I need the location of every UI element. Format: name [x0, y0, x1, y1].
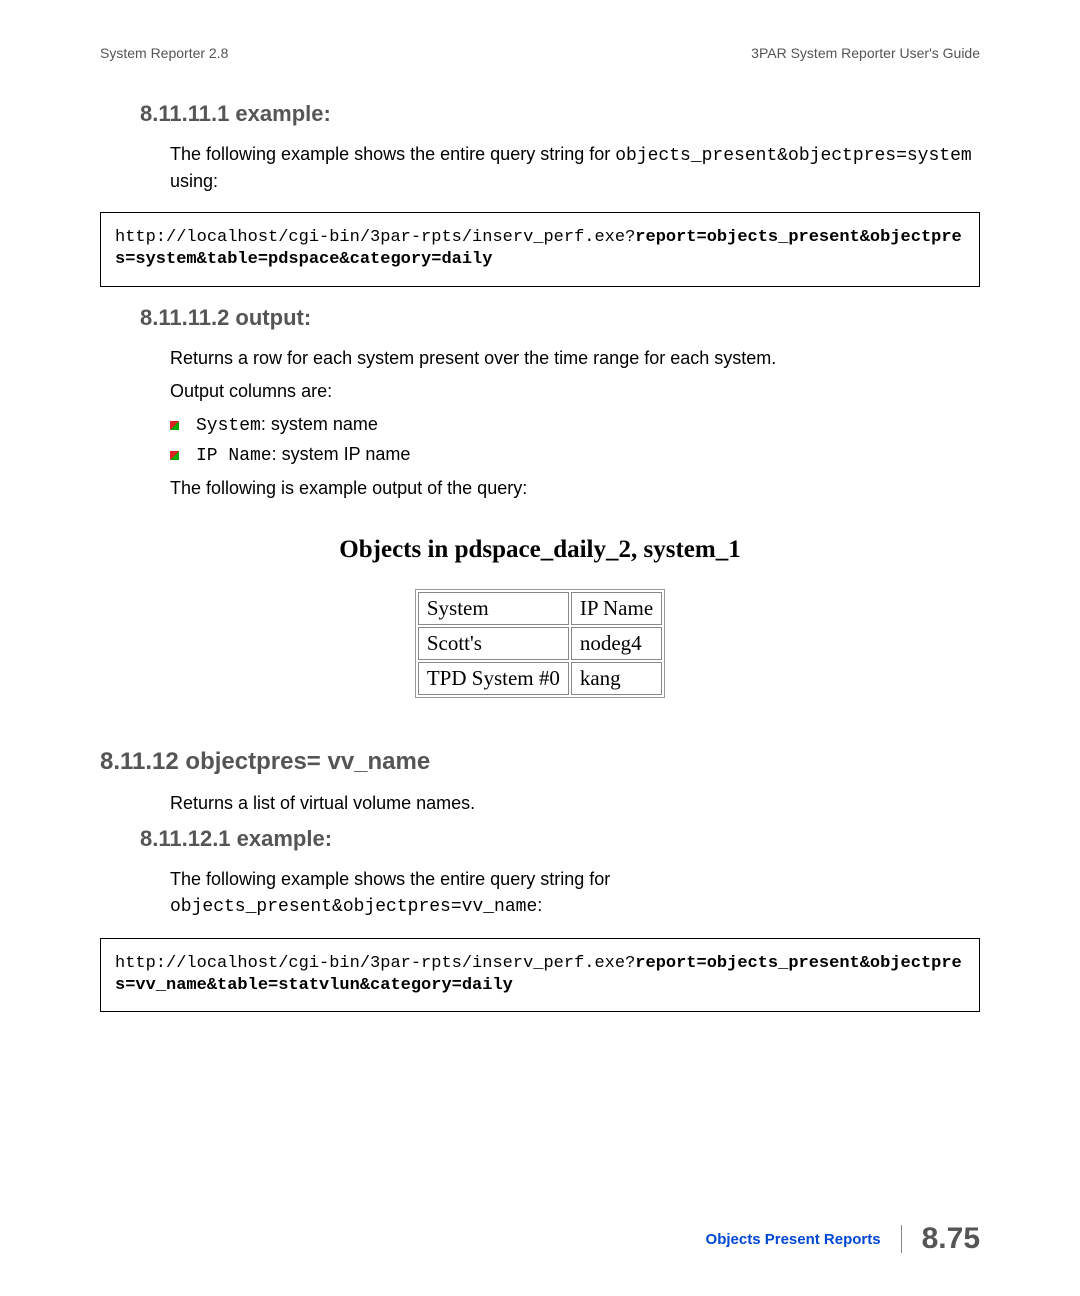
table-cell: Scott's [418, 627, 569, 660]
footer-separator [901, 1225, 902, 1253]
heading-example-1: 8.11.11.1 example: [140, 101, 980, 127]
output-desc: Returns a row for each system present ov… [170, 346, 980, 371]
code-block-2: http://localhost/cgi-bin/3par-rpts/inser… [100, 938, 980, 1012]
table-header-cell: System [418, 592, 569, 625]
heading-example-2: 8.11.12.1 example: [140, 826, 980, 852]
header-right: 3PAR System Reporter User's Guide [751, 45, 980, 61]
table-row: TPD System #0 kang [418, 662, 662, 695]
table-cell: kang [571, 662, 662, 695]
example-2-intro: The following example shows the entire q… [170, 867, 980, 919]
list-item: IP Name: system IP name [170, 444, 980, 466]
table-cell: nodeg4 [571, 627, 662, 660]
heading-objectpres-vvname: 8.11.12 objectpres= vv_name [100, 748, 980, 776]
footer-page-number: 8.75 [922, 1222, 980, 1256]
output-columns-list: System: system name IP Name: system IP n… [170, 414, 980, 466]
output-table: System IP Name Scott's nodeg4 TPD System… [415, 589, 665, 698]
header-left: System Reporter 2.8 [100, 45, 228, 61]
code-block-1: http://localhost/cgi-bin/3par-rpts/inser… [100, 212, 980, 286]
table-header-cell: IP Name [571, 592, 662, 625]
footer-section-label: Objects Present Reports [706, 1231, 881, 1248]
output-cols-intro: Output columns are: [170, 379, 980, 404]
table-row: Scott's nodeg4 [418, 627, 662, 660]
vvname-desc: Returns a list of virtual volume names. [170, 791, 980, 816]
table-cell: TPD System #0 [418, 662, 569, 695]
list-item: System: system name [170, 414, 980, 436]
table-caption: Objects in pdspace_daily_2, system_1 [100, 536, 980, 564]
page-footer: Objects Present Reports 8.75 [706, 1222, 980, 1256]
running-header: System Reporter 2.8 3PAR System Reporter… [100, 45, 980, 61]
table-row: System IP Name [418, 592, 662, 625]
output-outro: The following is example output of the q… [170, 476, 980, 501]
heading-output: 8.11.11.2 output: [140, 305, 980, 331]
example-1-intro: The following example shows the entire q… [170, 142, 980, 194]
